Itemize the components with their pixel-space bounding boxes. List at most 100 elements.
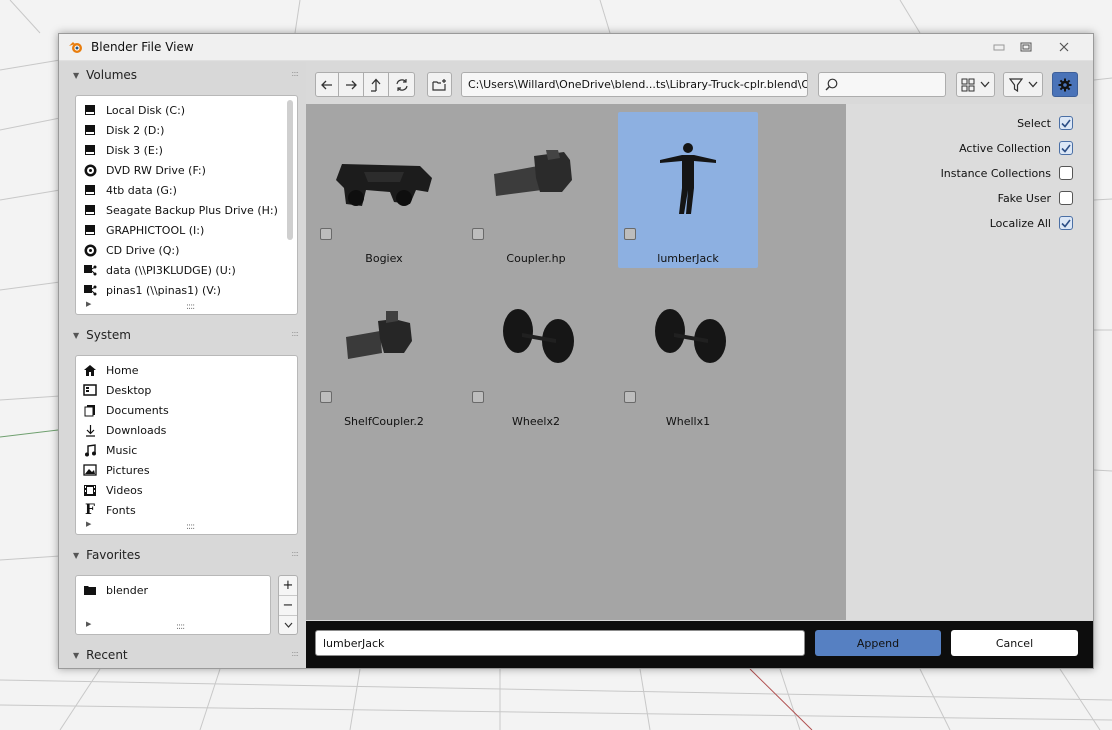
favorite-item-blender[interactable]: blender [82,580,148,600]
file-tile[interactable]: ShelfCoupler.2 [314,275,454,431]
system-item-downloads[interactable]: Downloads [82,420,166,440]
close-icon [1059,42,1069,52]
picture-icon [82,463,98,477]
disk-icon [82,183,98,197]
volume-item[interactable]: Disk 3 (E:) [82,140,163,160]
title-bar: Blender File View [59,34,1093,61]
volume-item[interactable]: data (\\PI3KLUDGE) (U:) [82,260,236,280]
checkbox-unchecked[interactable] [1059,191,1073,205]
maximize-button[interactable] [1012,38,1040,56]
select-checkbox[interactable] [472,391,484,403]
back-button[interactable] [315,72,339,97]
window-title: Blender File View [91,40,194,54]
select-checkbox[interactable] [472,228,484,240]
grip-icon[interactable]: :::: [291,329,299,338]
select-checkbox[interactable] [624,228,636,240]
volumes-header[interactable]: ▼ Volumes :::: [69,63,299,87]
grip-icon[interactable]: :::: [291,69,299,78]
refresh-button[interactable] [389,72,415,97]
arrow-right-icon [346,80,357,89]
system-item-documents[interactable]: Documents [82,400,169,420]
checkbox-checked[interactable] [1059,141,1073,155]
system-item-pictures[interactable]: Pictures [82,460,150,480]
expand-triangle-icon[interactable]: ▶ [86,300,91,308]
checkmark-icon [1061,144,1071,153]
resize-grip-icon[interactable]: :::: [186,522,195,532]
file-tile[interactable]: Wheelx2 [466,275,606,431]
chevron-down-icon [1028,81,1037,88]
expand-triangle-icon[interactable]: ▶ [86,520,91,528]
checkbox-unchecked[interactable] [1059,166,1073,180]
parent-directory-button[interactable] [364,72,389,97]
append-button[interactable]: Append [815,630,941,656]
volumes-scrollbar[interactable] [287,100,293,240]
import-options-panel: Select Active Collection Instance Collec… [846,104,1093,620]
desktop-icon [82,383,98,397]
option-select[interactable]: Select [1017,114,1073,132]
system-item-fonts[interactable]: F Fonts [82,500,136,520]
recent-header[interactable]: ▼ Recent :::: [69,643,299,667]
checkbox-checked[interactable] [1059,216,1073,230]
folder-icon [82,583,98,597]
collapse-triangle-icon: ▼ [73,650,80,660]
sidebar: ▼ Volumes :::: Local Disk (C:) Disk 2 (D… [59,62,306,668]
file-name: Bogiex [365,252,403,265]
volume-item[interactable]: Disk 2 (D:) [82,120,164,140]
option-instance-collections[interactable]: Instance Collections [941,164,1073,182]
volume-item[interactable]: CD Drive (Q:) [82,240,179,260]
thumbnail-grid-icon [961,78,975,91]
volume-item[interactable]: GRAPHICTOOL (I:) [82,220,204,240]
volume-item[interactable]: Local Disk (C:) [82,100,185,120]
system-item-home[interactable]: Home [82,360,138,380]
volume-item[interactable]: Seagate Backup Plus Drive (H:) [82,200,278,220]
options-toggle-button[interactable] [1052,72,1078,97]
minimize-button[interactable] [985,38,1013,56]
filename-input[interactable]: lumberJack [315,630,805,656]
option-fake-user[interactable]: Fake User [998,189,1073,207]
wheelset-thumbnail [655,309,726,363]
favorites-list: blender ▶ :::: [75,575,271,635]
filter-dropdown[interactable] [1003,72,1043,97]
select-checkbox[interactable] [320,228,332,240]
collapse-triangle-icon: ▼ [73,330,80,340]
checkbox-checked[interactable] [1059,116,1073,130]
grip-icon[interactable]: :::: [291,649,299,658]
volume-item[interactable]: 4tb data (G:) [82,180,177,200]
new-directory-button[interactable] [427,72,452,97]
add-bookmark-button[interactable]: + [279,576,297,596]
search-input[interactable] [818,72,946,97]
close-button[interactable] [1050,38,1078,56]
file-tile[interactable]: Coupler.hp [466,112,606,268]
checkmark-icon [1061,119,1071,128]
cancel-button[interactable]: Cancel [951,630,1078,656]
network-drive-icon [82,283,98,297]
file-name: Coupler.hp [506,252,566,265]
system-item-desktop[interactable]: Desktop [82,380,151,400]
volume-item[interactable]: pinas1 (\\pinas1) (V:) [82,280,221,300]
file-browser-window: Blender File View ▼ Volumes :::: Local D… [58,33,1094,669]
file-tile[interactable]: lumberJack [618,112,758,268]
option-active-collection[interactable]: Active Collection [959,139,1073,157]
disk-icon [82,203,98,217]
option-localize-all[interactable]: Localize All [990,214,1073,232]
system-header[interactable]: ▼ System :::: [69,323,299,347]
directory-path-field[interactable]: C:\Users\Willard\OneDrive\blend...ts\Lib… [461,72,808,97]
display-mode-dropdown[interactable] [956,72,995,97]
forward-button[interactable] [339,72,364,97]
file-tile[interactable]: Bogiex [314,112,454,268]
volume-item[interactable]: DVD RW Drive (F:) [82,160,206,180]
disc-icon [82,163,98,177]
resize-grip-icon[interactable]: :::: [186,302,195,312]
system-item-music[interactable]: Music [82,440,137,460]
file-tile[interactable]: Whellx1 [618,275,758,431]
grip-icon[interactable]: :::: [291,549,299,558]
expand-triangle-icon[interactable]: ▶ [86,620,91,628]
favorites-header[interactable]: ▼ Favorites :::: [69,543,299,567]
select-checkbox[interactable] [320,391,332,403]
remove-bookmark-button[interactable]: − [279,596,297,616]
bottom-bar: lumberJack Append Cancel [306,621,1093,668]
system-item-videos[interactable]: Videos [82,480,143,500]
select-checkbox[interactable] [624,391,636,403]
resize-grip-icon[interactable]: :::: [176,622,185,632]
bookmark-menu-button[interactable] [279,616,297,634]
